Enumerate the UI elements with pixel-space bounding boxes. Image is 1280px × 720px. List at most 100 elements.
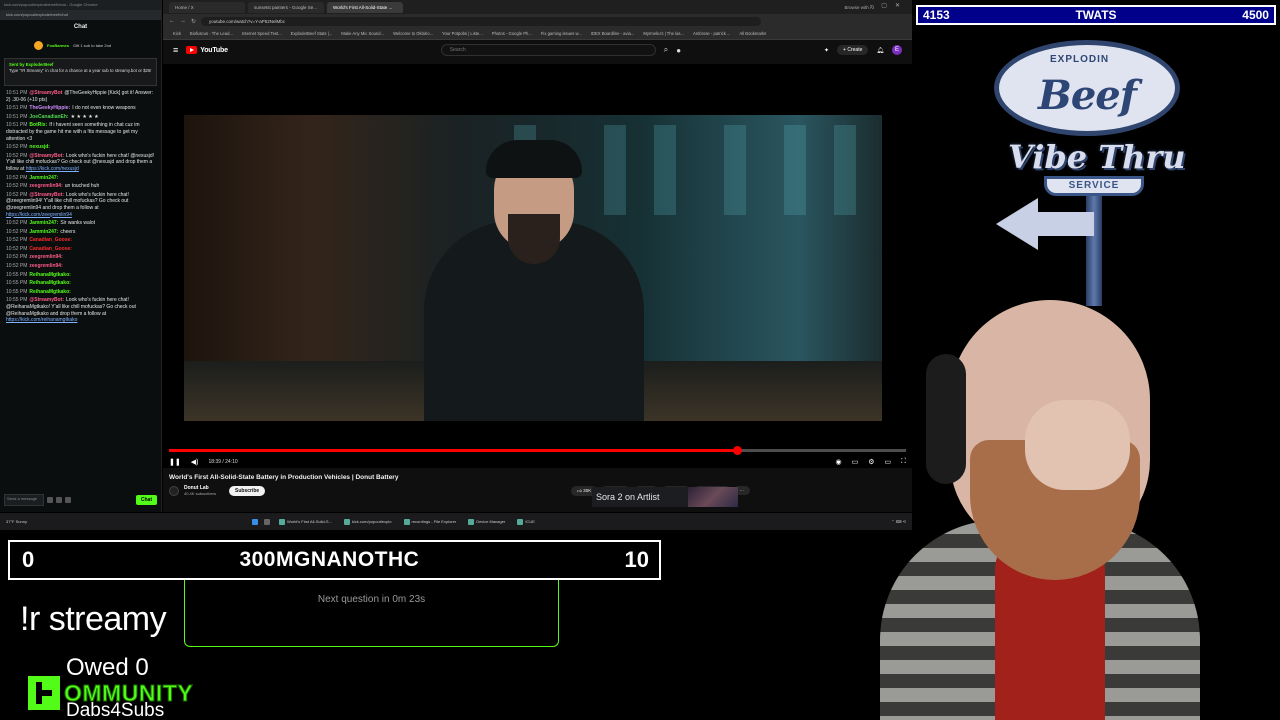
window-controls[interactable]: –▢✕: [870, 2, 908, 9]
search-input[interactable]: Search: [440, 44, 656, 56]
weather-widget[interactable]: 37°F Sunny: [6, 519, 46, 524]
chat-timestamp: 10:52 PM: [6, 237, 28, 244]
chat-username[interactable]: @StreamyBot:: [29, 192, 64, 198]
search-icon[interactable]: ⌕: [664, 45, 668, 55]
pinned-by: Sent by ExploderBeef: [9, 62, 54, 67]
bookmark-item[interactable]: Internet Speed Test...: [242, 31, 282, 36]
chat-username[interactable]: @StreamyBot:: [29, 153, 64, 159]
chat-username[interactable]: zeegremlin94:: [29, 254, 62, 260]
video-scrubber-handle[interactable]: [733, 446, 743, 455]
chat-message-input[interactable]: Send a message: [4, 494, 44, 506]
video-progress-bar[interactable]: [169, 446, 906, 455]
bookmark-item[interactable]: Welcome to Oklaho...: [393, 31, 433, 36]
chat-message: 10:52 PM Jammin247: cheers: [6, 229, 155, 236]
chat-username[interactable]: @StreamyBot:: [29, 297, 64, 303]
chat-username[interactable]: Jammin247:: [29, 229, 58, 235]
video-title: World's First All-Solid-State Battery in…: [169, 474, 399, 481]
forward-icon[interactable]: →: [180, 18, 186, 24]
windows-taskbar: 37°F Sunny World's First All-Solid-S... k…: [0, 513, 912, 530]
taskbar-app-label: ICUE: [525, 519, 535, 524]
bookmark-item[interactable]: All Bookmarks: [739, 31, 766, 36]
chat-username[interactable]: Jammin247:: [29, 220, 58, 226]
emote-icon[interactable]: [47, 497, 53, 503]
chat-timestamp: 10:55 PM: [6, 271, 28, 278]
sora-ad-banner[interactable]: Sora 2 on Artlist: [592, 487, 738, 507]
gift-banner[interactable]: FooBarmes Gift 1 sub to take 2nd: [0, 34, 161, 56]
sparkle-icon[interactable]: ✦: [824, 47, 829, 54]
chat-message: 10:51 PM @StreamyBot @TheGeekyHippie [Kick…: [6, 90, 155, 103]
url-field[interactable]: youtube.com/watch?v=Y-aP52NelMbc: [201, 16, 762, 26]
bookmark-item[interactable]: Biofuscus - The Lead...: [190, 31, 233, 36]
start-icon[interactable]: [252, 518, 258, 525]
logo-main-text: Beef: [1038, 72, 1137, 119]
create-button[interactable]: + Create: [837, 45, 869, 55]
reload-icon[interactable]: ↻: [191, 18, 196, 25]
chat-username[interactable]: ReihanaMgtkako:: [29, 289, 70, 295]
bookmarks-bar: Kick Biofuscus - The Lead... Internet Spee…: [163, 28, 912, 40]
chat-username[interactable]: zeegremlin94:: [29, 183, 62, 189]
dabs-for-subs: Dabs4Subs: [66, 700, 165, 720]
chat-username[interactable]: Jammin247:: [29, 175, 58, 181]
taskbar-app[interactable]: kick.com/popout/explo: [341, 517, 395, 527]
bookmark-item[interactable]: Your Potpobs | Liste...: [442, 31, 483, 36]
taskbar-app[interactable]: ICUE: [514, 517, 538, 527]
chat-link[interactable]: https://kick.com/reihanamgtkako: [6, 317, 77, 323]
youtube-logo[interactable]: YouTube: [186, 46, 228, 54]
chat-username[interactable]: Canadian_Goose:: [29, 246, 72, 252]
youtube-logo-text: YouTube: [200, 46, 228, 54]
owed-count: Owed 0: [66, 654, 149, 681]
taskbar-app[interactable]: World's First All-Solid-S...: [276, 517, 335, 527]
bookmark-item[interactable]: Make Any Mic Sound...: [341, 31, 384, 36]
gift-sub-icon[interactable]: [56, 497, 62, 503]
bg-window: [724, 125, 746, 215]
microphone-icon[interactable]: ●: [676, 46, 681, 55]
settings-icon[interactable]: [65, 497, 71, 503]
chat-timestamp: 10:52 PM: [6, 228, 28, 235]
chat-timestamp: 10:52 PM: [6, 174, 28, 181]
back-icon[interactable]: ←: [169, 18, 175, 24]
chat-timestamp: 10:52 PM: [6, 254, 28, 261]
chat-timestamp: 10:51 PM: [6, 105, 28, 112]
channel-avatar[interactable]: [169, 485, 179, 496]
subscribe-button[interactable]: Subscribe: [229, 485, 266, 496]
bookmark-item[interactable]: Kick: [173, 31, 181, 36]
chat-username[interactable]: TheGeekyHippie:: [29, 105, 70, 111]
chat-address-bar[interactable]: kick.com/popout/exploderbeef/chat: [0, 10, 161, 20]
chat-link[interactable]: https://kick.com/nexusjd: [26, 166, 79, 172]
notifications-icon[interactable]: 🔔︎: [876, 47, 884, 54]
browser-tab-active[interactable]: World's First All-Solid-State ...: [327, 1, 403, 13]
chat-username[interactable]: zeegremlin94:: [29, 263, 62, 269]
pause-icon[interactable]: ❚❚: [169, 458, 181, 466]
chat-username[interactable]: ReihanaMgtkako:: [29, 272, 70, 278]
search-icon[interactable]: [264, 518, 270, 525]
chat-username[interactable]: JoeCanadianEh:: [29, 114, 68, 120]
chat-username[interactable]: Canadian_Goose:: [29, 237, 72, 243]
chat-timestamp: 10:51 PM: [6, 122, 28, 129]
bookmark-item[interactable]: Fix gaming issues w...: [541, 31, 582, 36]
app-icon: [279, 518, 285, 525]
browser-tab[interactable]: sunsetst painters - Google Se...: [248, 1, 324, 13]
bookmark-item[interactable]: Myrmeku's | The las...: [643, 31, 684, 36]
chat-text: un touched huh: [64, 183, 100, 190]
volume-icon[interactable]: ◀): [191, 458, 199, 466]
bookmark-item[interactable]: Ambrose - patrick ...: [693, 31, 730, 36]
chat-username[interactable]: @StreamyBot: [29, 90, 62, 96]
bookmark-item[interactable]: ExploderBeef Stats |...: [291, 31, 333, 36]
browser-tab[interactable]: Home / X: [169, 1, 245, 13]
stream-overlay: kick.com/popout/exploderbeef/chat - Goog…: [0, 0, 1280, 720]
taskbar-app[interactable]: Device Manager: [465, 517, 508, 527]
chat-username[interactable]: nexusjd:: [29, 144, 50, 150]
chat-timestamp: 10:55 PM: [6, 288, 28, 295]
bookmark-item[interactable]: IDEX Boardline - avia...: [591, 31, 635, 36]
bookmark-item[interactable]: Photos - Google Ph...: [492, 31, 532, 36]
chat-link[interactable]: https://kick.com/zeegremlin94: [6, 212, 72, 218]
chat-username[interactable]: BotRix:: [29, 122, 47, 128]
chat-send-button[interactable]: Chat: [135, 495, 157, 505]
chat-message: 10:52 PM zeegremlin94: un touched huh: [6, 183, 155, 190]
chat-username[interactable]: ReihanaMgtkako:: [29, 280, 70, 286]
video-player[interactable]: ❚❚ ◀) 18:39 / 24:10 ◉ ▭ ⚙ ▭ ⛶: [163, 64, 912, 468]
hamburger-menu-icon[interactable]: ≡: [173, 45, 178, 55]
taskbar-app[interactable]: recordings - File Explorer: [401, 517, 460, 527]
chat-message: 10:52 PM Canadian_Goose:: [6, 237, 155, 244]
avatar[interactable]: E: [892, 45, 902, 55]
